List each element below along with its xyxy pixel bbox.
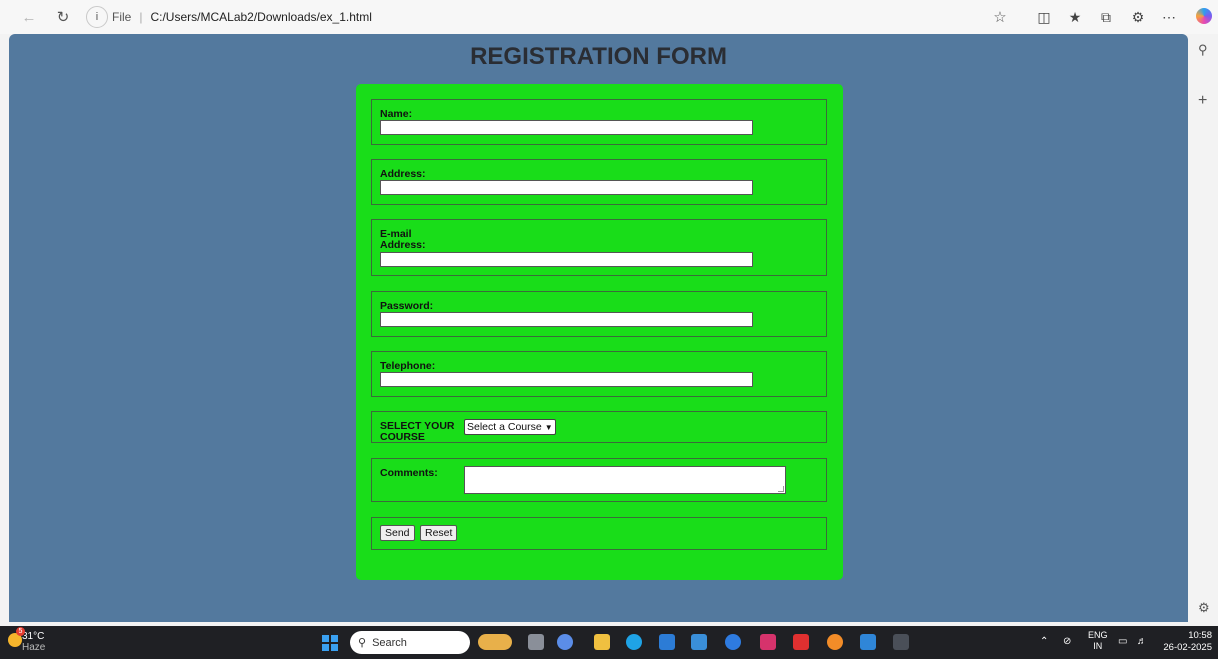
chevron-down-icon: ▼ xyxy=(544,422,553,432)
clock-time: 10:58 xyxy=(1188,630,1212,641)
address-separator: | xyxy=(139,10,143,24)
task-view-icon[interactable] xyxy=(528,634,544,650)
clock-date: 26-02-2025 xyxy=(1163,642,1212,653)
copilot-icon[interactable] xyxy=(1196,8,1212,24)
taskbar: 5 31°C Haze ⚲ Search ⌃ ⊘ ENG IN ▭ ♬ 10:5… xyxy=(0,626,1218,659)
address-fieldset: Address: xyxy=(371,159,827,205)
password-input[interactable] xyxy=(380,312,753,327)
email-input[interactable] xyxy=(380,252,753,267)
name-label: Name: xyxy=(380,108,413,120)
chrome-like-icon[interactable] xyxy=(725,634,741,650)
address-url[interactable]: C:/Users/MCALab2/Downloads/ex_1.html xyxy=(150,10,371,24)
chrome-icon[interactable] xyxy=(827,634,843,650)
course-select-value: Select a Course xyxy=(467,421,542,433)
browser-toolbar: ← ↻ i File | C:/Users/MCALab2/Downloads/… xyxy=(0,0,1218,34)
page-title: REGISTRATION FORM xyxy=(470,43,727,70)
volume-icon[interactable]: ♬ xyxy=(1137,636,1147,647)
course-fieldset: SELECT YOUR COURSE Select a Course ▼ xyxy=(371,411,827,443)
collections-icon[interactable]: ⧉ xyxy=(1094,5,1118,29)
email-label-line2: Address: xyxy=(380,239,426,251)
edge-browser-icon[interactable] xyxy=(626,634,642,650)
reset-button[interactable]: Reset xyxy=(420,525,458,541)
split-screen-icon[interactable]: ◫ xyxy=(1032,5,1056,29)
telephone-fieldset: Telephone: xyxy=(371,351,827,397)
copilot-app-icon[interactable] xyxy=(557,634,573,650)
app-icon[interactable] xyxy=(691,634,707,650)
address-label: Address: xyxy=(380,168,426,180)
send-button[interactable]: Send xyxy=(380,525,415,541)
search-icon[interactable]: ⚲ xyxy=(1198,42,1208,58)
resize-handle-icon[interactable] xyxy=(778,486,784,492)
gear-icon[interactable]: ⚙ xyxy=(1198,600,1210,616)
widgets-icon[interactable] xyxy=(478,634,512,650)
mcafee-icon[interactable] xyxy=(760,634,776,650)
taskbar-search[interactable]: ⚲ Search xyxy=(350,631,470,654)
more-menu-icon[interactable]: ⋯ xyxy=(1157,5,1181,29)
telephone-input[interactable] xyxy=(380,372,753,387)
search-icon: ⚲ xyxy=(358,637,367,649)
weather-badge: 5 xyxy=(16,627,25,636)
windows-start-icon[interactable] xyxy=(322,635,338,651)
terminal-icon[interactable] xyxy=(893,634,909,650)
page-viewport: REGISTRATION FORM Name: Address: E-mail … xyxy=(9,34,1188,622)
language-line2: IN xyxy=(1093,641,1103,651)
favorites-list-icon[interactable]: ★ xyxy=(1063,5,1087,29)
network-off-icon[interactable]: ⊘ xyxy=(1063,636,1071,647)
add-icon[interactable]: + xyxy=(1198,92,1207,110)
registration-form: Name: Address: E-mail Address: Password:… xyxy=(356,84,843,580)
password-label: Password: xyxy=(380,300,434,312)
back-icon[interactable]: ← xyxy=(17,5,41,29)
search-placeholder: Search xyxy=(372,636,407,649)
clock[interactable]: 10:58 26-02-2025 xyxy=(1160,630,1212,654)
extensions-icon[interactable]: ⚙ xyxy=(1126,5,1150,29)
name-fieldset: Name: xyxy=(371,99,827,145)
youtube-icon[interactable] xyxy=(793,634,809,650)
email-fieldset: E-mail Address: xyxy=(371,219,827,276)
buttons-fieldset: Send Reset xyxy=(371,517,827,550)
store-icon[interactable] xyxy=(659,634,675,650)
chevron-up-icon[interactable]: ⌃ xyxy=(1040,636,1048,647)
weather-widget[interactable]: 5 31°C Haze xyxy=(8,627,46,653)
favorite-star-icon[interactable]: ☆ xyxy=(988,5,1012,29)
password-fieldset: Password: xyxy=(371,291,827,337)
address-file-label: File xyxy=(112,10,132,24)
file-explorer-icon[interactable] xyxy=(594,634,610,650)
address-input[interactable] xyxy=(380,180,753,195)
comments-fieldset: Comments: xyxy=(371,458,827,502)
display-icon[interactable]: ▭ xyxy=(1118,636,1127,647)
reload-icon[interactable]: ↻ xyxy=(51,5,75,29)
weather-temp: 31°C xyxy=(22,631,45,642)
language-indicator[interactable]: ENG IN xyxy=(1088,630,1108,652)
language-line1: ENG xyxy=(1088,630,1108,640)
course-select[interactable]: Select a Course ▼ xyxy=(464,419,556,435)
weather-condition: Haze xyxy=(22,642,46,653)
comments-label: Comments: xyxy=(380,467,438,479)
browser-sidebar: ⚲ + ⚙ xyxy=(1188,34,1218,622)
name-input[interactable] xyxy=(380,120,753,135)
telephone-label: Telephone: xyxy=(380,360,436,372)
address-bar[interactable]: i File | C:/Users/MCALab2/Downloads/ex_1… xyxy=(82,4,1012,30)
course-label-line2: COURSE xyxy=(380,431,425,443)
site-info-icon[interactable]: i xyxy=(86,6,108,28)
comments-textarea[interactable] xyxy=(464,466,786,494)
vscode-icon[interactable] xyxy=(860,634,876,650)
